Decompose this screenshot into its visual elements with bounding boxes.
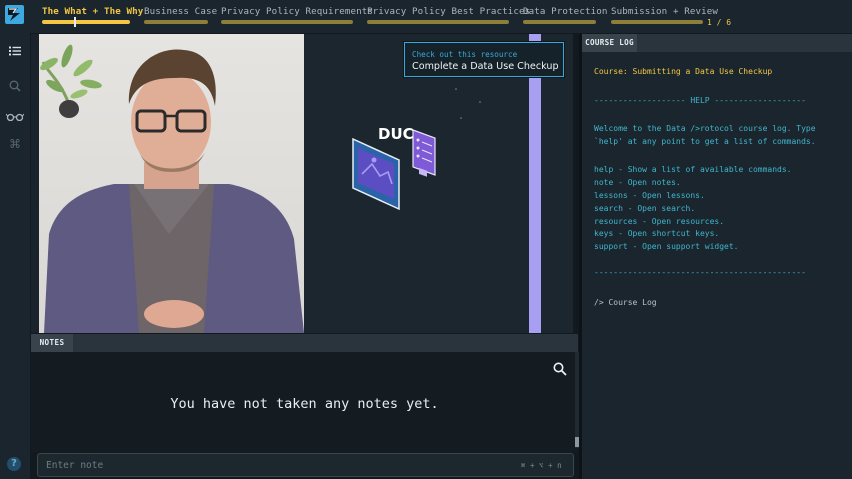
log-separator: ----------------------------------------…: [594, 268, 806, 277]
course-log-tab-bar: COURSE LOG: [582, 34, 852, 52]
left-sidebar: ⌘ ?: [0, 33, 30, 479]
lesson-progress-track: [42, 20, 130, 24]
command-line: support - Open support widget.: [594, 242, 739, 251]
command-line: search - Open search.: [594, 204, 696, 213]
command-line: resources - Open resources.: [594, 217, 725, 226]
app-logo-icon[interactable]: [5, 5, 24, 24]
presenter-video-frame: [39, 34, 304, 333]
notes-tab-bar: NOTES: [31, 334, 578, 352]
lesson-tab-business-case[interactable]: Business Case: [144, 0, 217, 33]
current-position-marker: [74, 17, 76, 27]
log-prompt[interactable]: /> Course Log: [594, 298, 657, 307]
lesson-tab-privacy-policy-requirements[interactable]: Privacy Policy Requirements: [221, 0, 373, 33]
resource-title: Complete a Data Use Checkup: [412, 61, 559, 72]
notes-empty-message: You have not taken any notes yet.: [170, 396, 439, 412]
notes-search-icon[interactable]: [553, 361, 567, 376]
command-line: help - Show a list of available commands…: [594, 165, 792, 174]
course-log-panel: Course: Submitting a Data Use Checkup --…: [582, 52, 852, 479]
resource-callout[interactable]: Check out this resource Complete a Data …: [404, 42, 564, 77]
command-line: note - Open notes.: [594, 178, 681, 187]
help-icon[interactable]: ?: [7, 457, 21, 471]
lesson-label: The What + The Why: [42, 6, 144, 17]
search-icon[interactable]: [0, 76, 30, 96]
plant-illustration: [40, 44, 102, 118]
lesson-progress-track: [221, 20, 353, 24]
lesson-progress-track: [611, 20, 703, 24]
list-icon[interactable]: [0, 41, 30, 61]
lesson-label: Data Protection: [523, 6, 608, 17]
checklist-illustration: [412, 129, 436, 177]
help-header: ------------------- HELP ---------------…: [594, 96, 806, 105]
top-bar: The What + The Why Business Case Privacy…: [0, 0, 852, 33]
lesson-label: Business Case: [144, 6, 218, 17]
lesson-progress-track: [144, 20, 208, 24]
lesson-tab-data-protection[interactable]: Data Protection: [523, 0, 607, 33]
tab-course-log[interactable]: COURSE LOG: [582, 34, 637, 52]
tab-notes[interactable]: NOTES: [31, 334, 73, 352]
lesson-tab-privacy-policy-best-practices[interactable]: Privacy Policy Best Practices: [367, 0, 530, 33]
lesson-label: Submission + Review: [611, 6, 718, 17]
command-line: keys - Open shortcut keys.: [594, 229, 720, 238]
notes-panel: You have not taken any notes yet.: [31, 352, 578, 452]
slide-accent-bar: [529, 34, 541, 333]
lesson-label: Privacy Policy Requirements: [221, 6, 374, 17]
note-input[interactable]: [37, 453, 574, 477]
glasses-icon[interactable]: [0, 107, 30, 127]
video-player[interactable]: [31, 34, 573, 333]
lesson-progress-track: [523, 20, 596, 24]
browser-window-illustration: [352, 137, 400, 211]
lesson-progress-track: [367, 20, 509, 24]
lesson-tab-submission-review[interactable]: Submission + Review: [611, 0, 718, 33]
lesson-label: Privacy Policy Best Practices: [367, 6, 531, 17]
welcome-line: Welcome to the Data />rotocol course log…: [594, 124, 816, 133]
command-line: lessons - Open lessons.: [594, 191, 705, 200]
welcome-line: `help' at any point to get a list of com…: [594, 137, 816, 146]
lesson-progress-count: 1 / 6: [707, 18, 732, 27]
note-shortcut-hint: ⌘ + ⌥ + n: [521, 461, 562, 470]
slide-title: DUC: [378, 125, 414, 143]
command-icon[interactable]: ⌘: [0, 134, 30, 154]
course-title-line: Course: Submitting a Data Use Checkup: [594, 67, 773, 76]
lesson-tab-what-why[interactable]: The What + The Why: [42, 0, 143, 33]
resource-prompt: Check out this resource: [412, 50, 518, 59]
